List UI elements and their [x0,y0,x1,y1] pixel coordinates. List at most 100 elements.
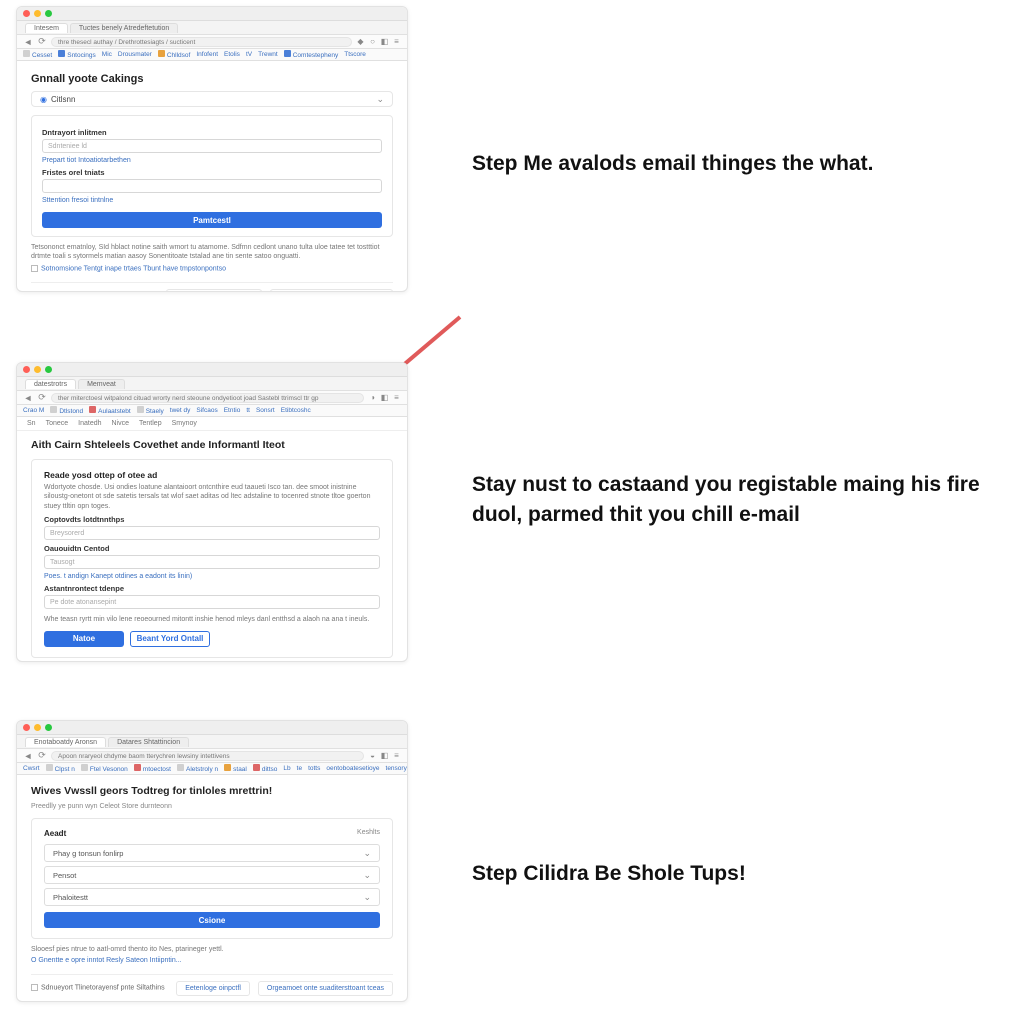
bookmark-item[interactable]: Drousmater [118,51,152,58]
bookmark-item[interactable]: Chlldsof [158,50,190,59]
back-icon[interactable]: ◄ [23,37,33,47]
subnav-item[interactable]: Nivce [112,420,130,427]
bookmark-item[interactable]: totts [308,765,320,772]
bookmark-item[interactable]: twet dy [170,407,191,414]
subnav-item[interactable]: Tentlep [139,420,162,427]
bookmark-item[interactable]: oentoboatesetioye [326,765,379,772]
field-2-hint[interactable]: Poes. t andign Kanept otdines a eadont i… [44,573,380,580]
ext-icon-1[interactable]: ◒ [368,751,377,760]
minimize-icon[interactable] [34,724,41,731]
bookmark-item[interactable]: Clpst n [46,764,75,773]
browser-tab-2[interactable]: Memveat [78,379,125,389]
field-1-input[interactable]: Breysorerd [44,526,380,540]
bookmark-item[interactable]: Sonsrt [256,407,275,414]
ext-icon-1[interactable]: ◑ [368,393,377,402]
bookmark-item[interactable]: Lb [283,765,290,772]
bookmark-item[interactable]: Trewnt [258,51,278,58]
footer-link-1[interactable]: Eetenloge oinpctfl [176,981,250,996]
url-field[interactable]: ther miterctoesl witpalond cituad wrorty… [51,393,364,403]
bookmark-item[interactable]: Comtestepheny [284,50,339,59]
footer-link-2[interactable]: Orgeamoet onte suaditersttoant tceas [258,981,393,996]
ext-icon-1[interactable]: ◆ [356,37,365,46]
minimize-icon[interactable] [34,366,41,373]
bookmark-item[interactable]: tt [246,407,250,414]
cancel-button[interactable]: Beant Yord Ontall [130,631,210,647]
field-3-input[interactable]: Pe dote atonansepint [44,595,380,609]
tab-bar: Enotaboatdy Aronsn Datares Shtattincion [17,735,407,749]
submit-button[interactable]: Pamtcestl [42,212,382,228]
bookmark-item[interactable]: Sifcaos [196,407,217,414]
bookmark-item[interactable]: dittso [253,764,278,773]
maximize-icon[interactable] [45,10,52,17]
bookmark-item[interactable]: Cesset [23,50,52,59]
password-label: Fristes orel tniats [42,168,382,177]
checkbox-row[interactable]: Sotnomsione Tentgt inape trtaes Tbunt ha… [31,265,393,272]
ext-icon-2[interactable]: ◧ [380,751,389,760]
menu-icon[interactable]: ≡ [392,37,401,46]
footer-link-2[interactable]: Wnenel xnt Toey mrnesot) Stursm [270,289,393,292]
submit-button[interactable]: Csione [44,912,380,928]
bookmark-item[interactable]: tensory [386,765,407,772]
field-2-input[interactable]: Tausogt [44,555,380,569]
close-icon[interactable] [23,366,30,373]
menu-icon[interactable]: ≡ [392,393,401,402]
bookmark-item[interactable]: Aletstroly n [177,764,218,773]
bookmark-item[interactable]: Cwsrt [23,765,40,772]
bookmark-item[interactable]: Mic [102,51,112,58]
back-icon[interactable]: ◄ [23,393,33,403]
browser-tab-active[interactable]: datestrotrs [25,379,76,389]
bookmark-item[interactable]: Etibtcoshc [281,407,311,414]
email-hint-link[interactable]: Prepart tiot Intoatiotarbethen [42,157,382,164]
select-3[interactable]: Phaloitestt⌄ [44,888,380,906]
subnav-item[interactable]: Tonece [46,420,69,427]
subnav-item[interactable]: Smynoy [172,420,197,427]
bookmark-item[interactable]: staal [224,764,247,773]
back-icon[interactable]: ◄ [23,751,33,761]
reload-icon[interactable]: ⟳ [37,751,47,761]
email-label: Dntrayort inlitmen [42,128,382,137]
bookmark-item[interactable]: Infofent [196,51,218,58]
account-dropdown[interactable]: ◉ Citlsnn ⌄ [31,91,393,107]
browser-tab-active[interactable]: Intesem [25,23,68,33]
maximize-icon[interactable] [45,724,52,731]
browser-tab-2[interactable]: Tuctes benely Atredeftetution [70,23,178,33]
url-field[interactable]: thre thesecl authay / Drethrottesiagts /… [51,37,352,47]
minimize-icon[interactable] [34,10,41,17]
ext-icon-3[interactable]: ◧ [380,37,389,46]
bookmark-item[interactable]: Sntocings [58,50,96,59]
browser-tab-2[interactable]: Datares Shtattincion [108,737,189,747]
close-icon[interactable] [23,10,30,17]
bookmark-item[interactable]: Etntio [224,407,241,414]
subnav-item[interactable]: Sn [27,420,36,427]
footer-link-1[interactable]: Strousesey utret matienn [166,289,262,292]
browser-tab-active[interactable]: Enotaboatdy Aronsn [25,737,106,747]
close-icon[interactable] [23,724,30,731]
subnav-item[interactable]: Inatedh [78,420,101,427]
bookmark-item[interactable]: Staely [137,406,164,415]
ext-icon-2[interactable]: ◧ [380,393,389,402]
page-title: Wives Vwssll geors Todtreg for tinloles … [31,785,393,797]
menu-icon[interactable]: ≡ [392,751,401,760]
bookmark-item[interactable]: mtoectost [134,764,171,773]
bookmark-item[interactable]: Crao M [23,407,44,414]
url-field[interactable]: Apoon nraryeol chdyme baom tterychren le… [51,751,364,761]
bookmark-item[interactable]: Dtlstond [50,406,83,415]
reload-icon[interactable]: ⟳ [37,393,47,403]
email-input[interactable]: Sdnteniee ld [42,139,382,153]
bookmark-item[interactable]: te [297,765,302,772]
maximize-icon[interactable] [45,366,52,373]
save-button[interactable]: Natoe [44,631,124,647]
bookmark-item[interactable]: Ttscore [344,51,366,58]
password-hint-link[interactable]: Sttention fresoi tintnlne [42,197,382,204]
checkbox-icon[interactable] [31,265,38,272]
password-input[interactable] [42,179,382,193]
checkbox-row[interactable]: O Gnentte e opre inntot Resly Sateon Int… [31,957,393,964]
bookmark-item[interactable]: tV [246,51,252,58]
select-1[interactable]: Phay g tonsun fonlirp⌄ [44,844,380,862]
bookmark-item[interactable]: Ftel Vesonon [81,764,128,773]
select-2[interactable]: Pensot⌄ [44,866,380,884]
reload-icon[interactable]: ⟳ [37,37,47,47]
bookmark-item[interactable]: Aulaatstebt [89,406,131,415]
ext-icon-2[interactable]: ○ [368,37,377,46]
bookmark-item[interactable]: Etolis [224,51,240,58]
